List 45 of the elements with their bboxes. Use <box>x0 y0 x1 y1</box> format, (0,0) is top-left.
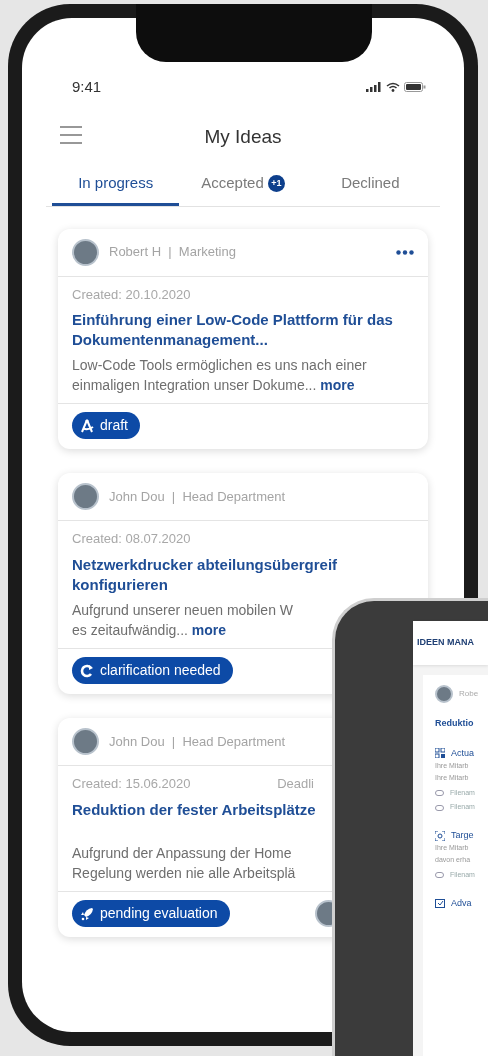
author-line: John Dou | Head Department <box>109 733 286 752</box>
more-link[interactable]: more <box>191 621 227 638</box>
tab[interactable]: Declined <box>306 166 434 206</box>
count-badge: +1 <box>267 174 285 192</box>
author-line: Robert H | Marketing <box>109 243 236 262</box>
more-link[interactable]: more <box>320 376 355 393</box>
section-title: Targe <box>451 828 474 842</box>
tab[interactable]: Accepted +1 <box>179 166 307 206</box>
section-title: Actua <box>451 746 474 760</box>
idea-title[interactable]: Reduktion der fester Arbeitsplätze <box>72 799 316 821</box>
idea-description: Aufgrund der Anpassung der Home Regelung werden nie alle Arbeitsplä <box>72 844 297 883</box>
section-title: Adva <box>451 896 472 910</box>
app-title: IDEEN MANA <box>413 621 488 665</box>
rocket-icon <box>80 906 94 921</box>
battery-icon <box>404 82 426 92</box>
wifi-icon <box>386 82 400 92</box>
avatar <box>72 483 99 511</box>
avatar <box>72 238 99 266</box>
tab[interactable]: In progress <box>52 166 180 206</box>
author-name: Robe <box>459 688 479 700</box>
more-icon[interactable] <box>396 249 414 255</box>
refresh-icon <box>80 663 94 678</box>
idea-title: Reduktio <box>435 717 475 730</box>
avatar <box>435 685 453 703</box>
created-date: Created: 15.06.2020 <box>72 775 191 794</box>
signal-icon <box>366 82 382 92</box>
status-chip[interactable]: clarification needed <box>72 657 233 685</box>
status-chip[interactable]: pending evaluation <box>72 900 230 928</box>
status-chip[interactable]: draft <box>72 412 140 440</box>
idea-description: Low-Code Tools ermöglichen es uns nach einer einmaligen Integration unser Dokume... more <box>72 356 368 395</box>
created-date: Created: 20.10.2020 <box>72 285 191 304</box>
page-title: My Ideas <box>204 124 282 149</box>
grid-icon <box>435 748 445 759</box>
author-line: John Dou | Head Department <box>109 488 286 507</box>
avatar <box>72 728 99 756</box>
created-date: Created: 08.07.2020 <box>72 530 191 549</box>
idea-title[interactable]: Netzwerkdrucker abteilungsübergreif konfigurieren <box>72 554 338 596</box>
clipboard-icon <box>435 898 445 909</box>
status-time: 9:41 <box>72 76 102 97</box>
idea-title[interactable]: Einführung einer Low-Code Plattform für das Dokumentenmanagement... <box>72 310 393 351</box>
menu-icon[interactable] <box>60 126 82 144</box>
paperclip-icon <box>435 872 444 879</box>
compass-icon <box>80 418 94 433</box>
target-icon <box>435 830 445 841</box>
deadline-label: Deadli <box>277 775 314 794</box>
